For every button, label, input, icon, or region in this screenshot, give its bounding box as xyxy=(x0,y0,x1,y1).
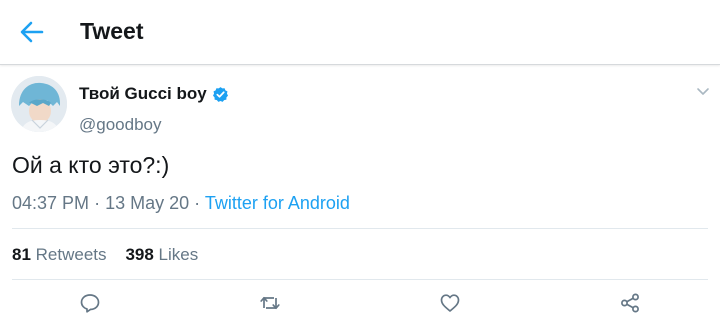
share-icon[interactable] xyxy=(619,292,641,314)
tweet-date: 13 May 20 xyxy=(105,193,190,213)
reply-icon[interactable] xyxy=(79,292,101,314)
likes-count: 398 xyxy=(125,245,154,264)
verified-badge-icon xyxy=(212,86,228,102)
chevron-down-icon[interactable] xyxy=(696,84,710,98)
tweet-source-link[interactable]: Twitter for Android xyxy=(205,193,350,213)
tweet-meta: 04:37 PM · 13 May 20 · Twitter for Andro… xyxy=(12,193,350,214)
likes-label: Likes xyxy=(158,245,199,264)
meta-separator: · xyxy=(94,193,101,213)
display-name[interactable]: Твой Gucci boy xyxy=(79,84,207,104)
divider xyxy=(12,279,708,280)
author-name-row[interactable]: Твой Gucci boy xyxy=(79,84,229,104)
tweet-detail: Твой Gucci boy @goodboy Ой а кто это?:) … xyxy=(0,66,720,330)
page-title: Tweet xyxy=(80,18,144,44)
likes-stat[interactable]: 398 Likes xyxy=(125,245,198,264)
divider xyxy=(12,228,708,229)
arrow-left-icon[interactable] xyxy=(18,18,46,46)
retweets-stat[interactable]: 81 Retweets xyxy=(12,245,107,264)
top-bar: Tweet xyxy=(0,0,720,65)
retweets-count: 81 xyxy=(12,245,31,264)
like-icon[interactable] xyxy=(439,292,461,314)
tweet-time: 04:37 PM xyxy=(12,193,90,213)
avatar[interactable] xyxy=(11,76,67,132)
avatar-image xyxy=(11,76,67,132)
tweet-text: Ой а кто это?:) xyxy=(12,152,170,178)
user-handle[interactable]: @goodboy xyxy=(79,115,162,135)
meta-separator: · xyxy=(194,193,201,213)
tweet-stats: 81 Retweets 398 Likes xyxy=(12,245,198,265)
retweet-icon[interactable] xyxy=(259,292,281,314)
action-bar xyxy=(0,288,720,318)
retweets-label: Retweets xyxy=(35,245,107,264)
